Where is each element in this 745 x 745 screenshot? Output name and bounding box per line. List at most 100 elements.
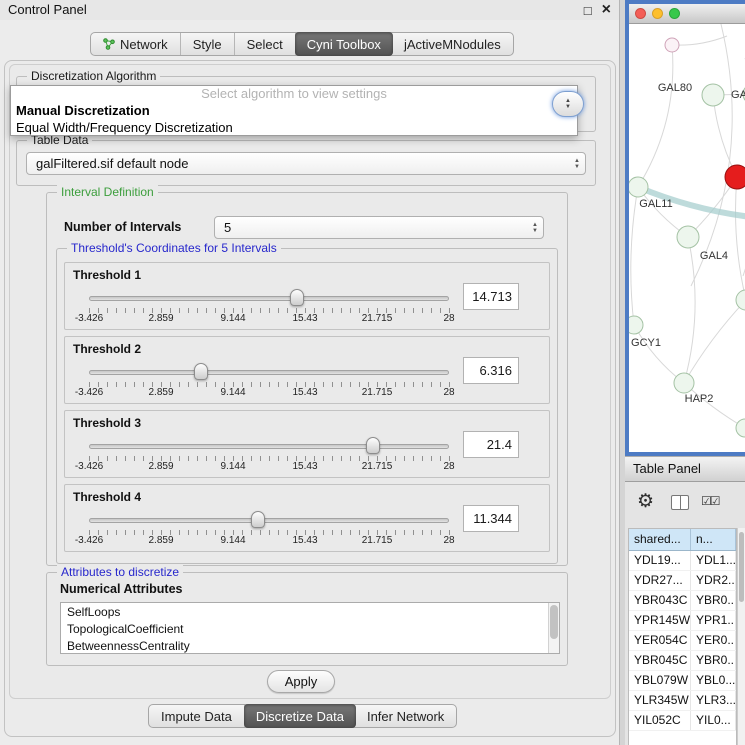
table-row[interactable]: YBR045C YBR0... [629,651,736,671]
table-cell[interactable]: YER054C [629,631,691,650]
table-cell[interactable]: YLR3... [691,691,736,710]
slider-track[interactable] [89,444,449,449]
threshold-3-slider[interactable] [89,437,449,455]
table-cell[interactable]: YLR345W [629,691,691,710]
stepper-down-icon: ▼ [574,164,580,170]
network-node[interactable] [736,290,745,310]
network-edge[interactable] [684,300,745,383]
columns-icon[interactable] [671,495,689,510]
table-cell[interactable]: YDR27... [629,571,691,590]
apply-button[interactable]: Apply [267,670,335,693]
threshold-1-value[interactable]: 14.713 [463,283,519,310]
table-scrollbar[interactable] [737,528,745,745]
table-data-combo[interactable]: galFiltered.sif default node ▲ ▼ [26,152,586,175]
list-scrollbar[interactable] [548,603,559,653]
minimize-traffic-light-icon[interactable] [652,8,663,19]
threshold-1-slider[interactable] [89,289,449,307]
table-row[interactable]: YIL052C YIL0... [629,711,736,731]
network-edge[interactable] [638,45,673,187]
network-edge[interactable] [713,95,737,177]
algorithm-prompt: Select algorithm to view settings [11,86,577,102]
numerical-attributes-list[interactable]: SelfLoopsTopologicalCoefficientBetweenne… [60,602,560,654]
table-cell[interactable]: YDR2... [691,571,736,590]
table-scrollbar-thumb[interactable] [739,532,744,602]
network-edge[interactable] [735,177,745,300]
slider-thumb[interactable] [251,511,265,528]
popup-option-equal-width-frequency[interactable]: Equal Width/Frequency Discretization [11,119,577,136]
algorithm-combo-button[interactable]: ▲ ▼ [552,91,584,117]
selected-network-node[interactable] [725,165,745,189]
tab-cyni-toolbox[interactable]: Cyni Toolbox [295,32,393,56]
threshold-4-slider[interactable] [89,511,449,529]
network-edge[interactable] [631,187,638,325]
column-header-name[interactable]: n... [691,529,736,550]
table-cell[interactable]: YBR043C [629,591,691,610]
table-row[interactable]: YPR145W YPR1... [629,611,736,631]
table-row[interactable]: YBR043C YBR0... [629,591,736,611]
zoom-traffic-light-icon[interactable] [669,8,680,19]
close-traffic-light-icon[interactable] [635,8,646,19]
network-node[interactable] [736,419,745,437]
tab-network[interactable]: Network [91,33,181,55]
tab-select[interactable]: Select [235,33,296,55]
network-view-window[interactable]: GAL80GAGAL11GAL4GCY1HAP2 [625,0,745,456]
table-row[interactable]: YER054C YER0... [629,631,736,651]
column-header-shared[interactable]: shared... [629,529,691,550]
network-edge[interactable] [684,237,695,383]
threshold-2-value[interactable]: 6.316 [463,357,519,384]
list-item[interactable]: TopologicalCoefficient [61,621,547,638]
tab-infer-network[interactable]: Infer Network [355,705,456,727]
popup-option-manual-discretization[interactable]: Manual Discretization [11,102,577,119]
number-of-intervals-combo[interactable]: 5 ▲ ▼ [214,216,544,239]
scale-label: 9.144 [220,313,245,324]
slider-track[interactable] [89,370,449,375]
network-node[interactable] [665,38,679,52]
float-window-icon[interactable]: □ [584,3,592,18]
list-item[interactable]: BetweennessCentrality [61,638,547,654]
table-row[interactable]: YDR27... YDR2... [629,571,736,591]
gear-icon[interactable]: ⚙ [637,491,654,513]
slider-track[interactable] [89,518,449,523]
tab-style[interactable]: Style [181,33,235,55]
table-cell[interactable]: YER0... [691,631,736,650]
network-edge[interactable] [691,24,732,286]
network-node[interactable] [677,226,699,248]
close-icon[interactable]: × [602,1,611,19]
network-canvas[interactable]: GAL80GAGAL11GAL4GCY1HAP2 [629,24,745,452]
network-edge[interactable] [634,325,684,383]
table-cell[interactable]: YBR0... [691,591,736,610]
threshold-4-value[interactable]: 11.344 [463,505,519,532]
network-node[interactable] [674,373,694,393]
threshold-1-label: Threshold 1 [73,268,141,282]
network-edge[interactable] [672,36,727,45]
table-cell[interactable]: YPR1... [691,611,736,630]
table-cell[interactable]: YBL0... [691,671,736,690]
network-node[interactable] [702,84,724,106]
network-node[interactable] [629,177,648,197]
table-row[interactable]: YBL079W YBL0... [629,671,736,691]
select-columns-icon[interactable]: ☑☑ [701,494,719,508]
table-cell[interactable]: YIL052C [629,711,691,730]
table-cell[interactable]: YIL0... [691,711,736,730]
network-node[interactable] [629,316,643,334]
list-item[interactable]: SelfLoops [61,604,547,621]
tab-impute-data[interactable]: Impute Data [149,705,245,727]
list-scrollbar-thumb[interactable] [550,605,558,639]
table-cell[interactable]: YPR145W [629,611,691,630]
table-row[interactable]: YLR345W YLR3... [629,691,736,711]
threshold-3-value[interactable]: 21.4 [463,431,519,458]
table-row[interactable]: YDL19... YDL1... [629,551,736,571]
slider-thumb[interactable] [194,363,208,380]
table-cell[interactable]: YBR0... [691,651,736,670]
slider-thumb[interactable] [366,437,380,454]
network-edge[interactable] [684,383,745,428]
table-cell[interactable]: YDL19... [629,551,691,570]
tab-discretize-data[interactable]: Discretize Data [244,704,356,728]
table-cell[interactable]: YDL1... [691,551,736,570]
slider-thumb[interactable] [290,289,304,306]
table-cell[interactable]: YBR045C [629,651,691,670]
slider-track[interactable] [89,296,449,301]
threshold-2-slider[interactable] [89,363,449,381]
table-cell[interactable]: YBL079W [629,671,691,690]
tab-jactivemnodules[interactable]: jActiveMNodules [392,33,513,55]
